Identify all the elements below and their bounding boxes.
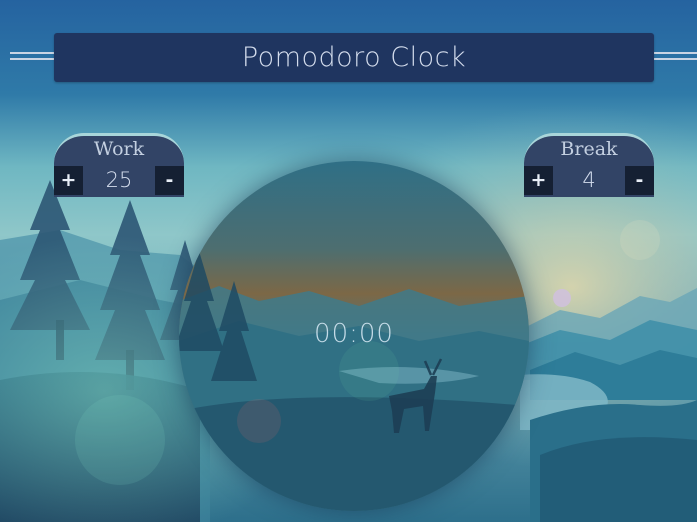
work-increment-button[interactable]: + bbox=[54, 166, 83, 195]
timer-display: 00:00 bbox=[314, 319, 394, 349]
plus-icon: + bbox=[60, 169, 77, 191]
title-bar: Pomodoro Clock bbox=[54, 33, 654, 82]
break-decrement-button[interactable]: - bbox=[625, 166, 654, 195]
minus-icon: - bbox=[165, 169, 174, 191]
break-adjuster: Break + 4 - bbox=[524, 133, 654, 197]
clock-circle[interactable]: 00:00 bbox=[179, 161, 529, 511]
work-adjuster: Work + 25 - bbox=[54, 133, 184, 197]
work-value: 25 bbox=[105, 168, 133, 192]
plus-icon: + bbox=[530, 169, 547, 191]
minus-icon: - bbox=[635, 169, 644, 191]
page-title: Pomodoro Clock bbox=[241, 42, 467, 73]
work-label: Work bbox=[93, 138, 145, 160]
break-label: Break bbox=[560, 138, 618, 160]
break-value: 4 bbox=[582, 168, 596, 192]
